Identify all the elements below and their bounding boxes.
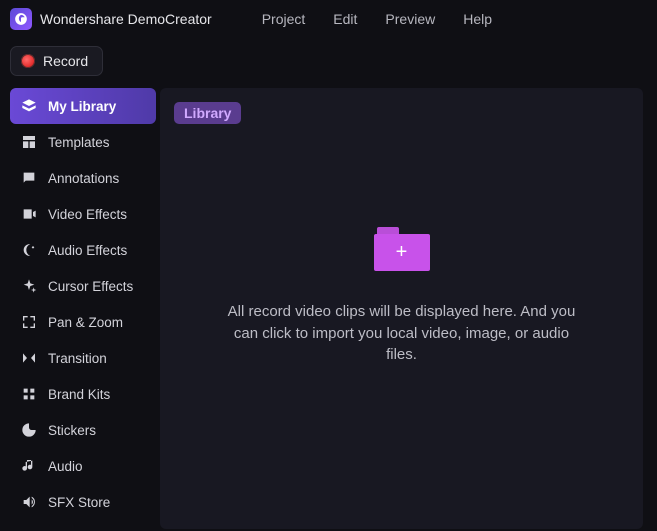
sidebar-item-label: Annotations	[48, 171, 119, 186]
cursor-effects-icon	[20, 277, 38, 295]
sidebar-item-label: Stickers	[48, 423, 96, 438]
sidebar-item-label: SFX Store	[48, 495, 110, 510]
sidebar-item-label: Brand Kits	[48, 387, 110, 402]
menu-project[interactable]: Project	[262, 11, 306, 27]
menu-help[interactable]: Help	[463, 11, 492, 27]
record-button[interactable]: Record	[10, 46, 103, 76]
sidebar-item-label: Cursor Effects	[48, 279, 133, 294]
stickers-icon	[20, 421, 38, 439]
sidebar-item-label: Audio Effects	[48, 243, 127, 258]
workspace: My Library Templates Annotations Video E…	[0, 86, 657, 529]
sidebar-item-label: Transition	[48, 351, 107, 366]
sidebar-item-annotations[interactable]: Annotations	[10, 160, 156, 196]
audio-effects-icon	[20, 241, 38, 259]
sidebar-item-label: Video Effects	[48, 207, 127, 222]
app-brand: Wondershare DemoCreator	[10, 8, 212, 30]
video-effects-icon	[20, 205, 38, 223]
layers-icon	[20, 97, 38, 115]
sidebar-item-audio[interactable]: Audio	[10, 448, 156, 484]
brand-kits-icon	[20, 385, 38, 403]
sidebar-item-templates[interactable]: Templates	[10, 124, 156, 160]
menu-preview[interactable]: Preview	[385, 11, 435, 27]
sidebar: My Library Templates Annotations Video E…	[0, 86, 156, 529]
folder-plus-icon: +	[374, 227, 430, 271]
sidebar-item-transition[interactable]: Transition	[10, 340, 156, 376]
sidebar-item-cursor-effects[interactable]: Cursor Effects	[10, 268, 156, 304]
transition-icon	[20, 349, 38, 367]
sidebar-item-label: Audio	[48, 459, 83, 474]
sfx-store-icon	[20, 493, 38, 511]
import-drop-area[interactable]: + All record video clips will be display…	[160, 88, 643, 529]
app-logo-icon	[10, 8, 32, 30]
import-hint-text: All record video clips will be displayed…	[222, 301, 582, 366]
sidebar-item-label: Templates	[48, 135, 110, 150]
record-label: Record	[43, 53, 88, 69]
sidebar-item-stickers[interactable]: Stickers	[10, 412, 156, 448]
library-tag: Library	[174, 102, 241, 124]
menu-bar: Project Edit Preview Help	[262, 11, 492, 27]
annotations-icon	[20, 169, 38, 187]
sidebar-item-video-effects[interactable]: Video Effects	[10, 196, 156, 232]
templates-icon	[20, 133, 38, 151]
toolbar: Record	[0, 38, 657, 86]
sidebar-item-label: My Library	[48, 99, 116, 114]
main-panel: Library + All record video clips will be…	[160, 88, 643, 529]
sidebar-item-label: Pan & Zoom	[48, 315, 123, 330]
app-title: Wondershare DemoCreator	[40, 11, 212, 27]
sidebar-item-brand-kits[interactable]: Brand Kits	[10, 376, 156, 412]
sidebar-item-my-library[interactable]: My Library	[10, 88, 156, 124]
menu-edit[interactable]: Edit	[333, 11, 357, 27]
record-icon	[21, 54, 35, 68]
sidebar-item-sfx-store[interactable]: SFX Store	[10, 484, 156, 520]
titlebar: Wondershare DemoCreator Project Edit Pre…	[0, 0, 657, 38]
sidebar-item-audio-effects[interactable]: Audio Effects	[10, 232, 156, 268]
audio-icon	[20, 457, 38, 475]
pan-zoom-icon	[20, 313, 38, 331]
sidebar-item-pan-zoom[interactable]: Pan & Zoom	[10, 304, 156, 340]
